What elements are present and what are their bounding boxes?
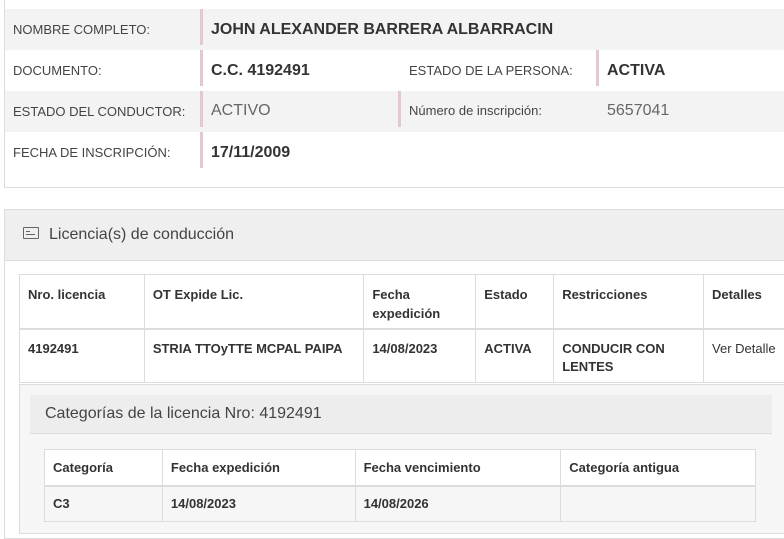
separator — [200, 9, 203, 45]
separator — [200, 132, 203, 168]
nombre-label: NOMBRE COMPLETO: — [13, 22, 150, 37]
separator — [596, 50, 599, 86]
col-categoria: Categoría — [45, 450, 163, 486]
documento-label: DOCUMENTO: — [13, 63, 102, 78]
col-fecha-vencimiento: Fecha vencimiento — [355, 450, 561, 486]
cell-nro: 4192491 — [20, 329, 145, 383]
ver-detalle-link[interactable]: Ver Detalle — [704, 329, 784, 383]
table-header-row: Categoría Fecha expedición Fecha vencimi… — [45, 450, 756, 486]
table-row: C3 14/08/2023 14/08/2026 — [45, 486, 756, 522]
row-documento: DOCUMENTO: C.C. 4192491 ESTADO DE LA PER… — [5, 50, 784, 91]
licencias-table: Nro. licencia OT Expide Lic. Fecha exped… — [19, 274, 784, 383]
separator — [200, 91, 203, 127]
cell-antigua — [561, 486, 756, 522]
row-conductor: ESTADO DEL CONDUCTOR: ACTIVO Número de i… — [5, 91, 784, 132]
estado-conductor-label: ESTADO DEL CONDUCTOR: — [13, 104, 185, 119]
col-nro-licencia: Nro. licencia — [20, 275, 145, 329]
table-header-row: Nro. licencia OT Expide Lic. Fecha exped… — [20, 275, 784, 329]
estado-conductor-value: ACTIVO — [211, 102, 271, 120]
separator — [398, 91, 401, 127]
table-row: 4192491 STRIA TTOyTTE MCPAL PAIPA 14/08/… — [20, 329, 784, 383]
categorias-panel: Categorías de la licencia Nro: 4192491 C… — [19, 384, 784, 534]
separator — [200, 50, 203, 86]
row-nombre: NOMBRE COMPLETO: JOHN ALEXANDER BARRERA … — [5, 9, 784, 50]
cell-categoria: C3 — [45, 486, 163, 522]
cell-vencimiento: 14/08/2026 — [355, 486, 561, 522]
row-fecha-inscripcion: FECHA DE INSCRIPCIÓN: 17/11/2009 — [5, 132, 784, 173]
cell-expedicion: 14/08/2023 — [162, 486, 355, 522]
categorias-title: Categorías de la licencia Nro: 4192491 — [45, 405, 322, 423]
col-detalles: Detalles — [704, 275, 784, 329]
cell-restricciones: CONDUCIR CON LENTES — [554, 329, 704, 383]
id-card-icon — [23, 227, 39, 239]
col-fecha-expedicion: Fecha expedición — [364, 275, 476, 329]
licencias-header[interactable]: Licencia(s) de conducción — [5, 210, 784, 261]
cell-ot: STRIA TTOyTTE MCPAL PAIPA — [144, 329, 364, 383]
numero-inscripcion-value: 5657041 — [607, 102, 669, 120]
col-restricciones: Restricciones — [554, 275, 704, 329]
nombre-value: JOHN ALEXANDER BARRERA ALBARRACIN — [211, 21, 553, 39]
cell-fecha: 14/08/2023 — [364, 329, 476, 383]
categorias-header: Categorías de la licencia Nro: 4192491 — [30, 395, 772, 434]
licencias-card: Licencia(s) de conducción Nro. licencia … — [4, 209, 784, 539]
col-categoria-antigua: Categoría antigua — [561, 450, 756, 486]
estado-persona-value: ACTIVA — [607, 62, 665, 80]
numero-inscripcion-label: Número de inscripción: — [409, 103, 542, 118]
col-estado: Estado — [476, 275, 554, 329]
fecha-inscripcion-value: 17/11/2009 — [211, 144, 290, 162]
col-ot-expide: OT Expide Lic. — [144, 275, 364, 329]
col-fecha-expedicion: Fecha expedición — [162, 450, 355, 486]
fecha-inscripcion-label: FECHA DE INSCRIPCIÓN: — [13, 145, 170, 160]
estado-persona-label: ESTADO DE LA PERSONA: — [409, 63, 573, 78]
person-info-card: NOMBRE COMPLETO: JOHN ALEXANDER BARRERA … — [4, 0, 784, 188]
categorias-table: Categoría Fecha expedición Fecha vencimi… — [44, 449, 756, 522]
cell-estado: ACTIVA — [476, 329, 554, 383]
licencias-title: Licencia(s) de conducción — [49, 226, 234, 244]
documento-value: C.C. 4192491 — [211, 62, 310, 80]
